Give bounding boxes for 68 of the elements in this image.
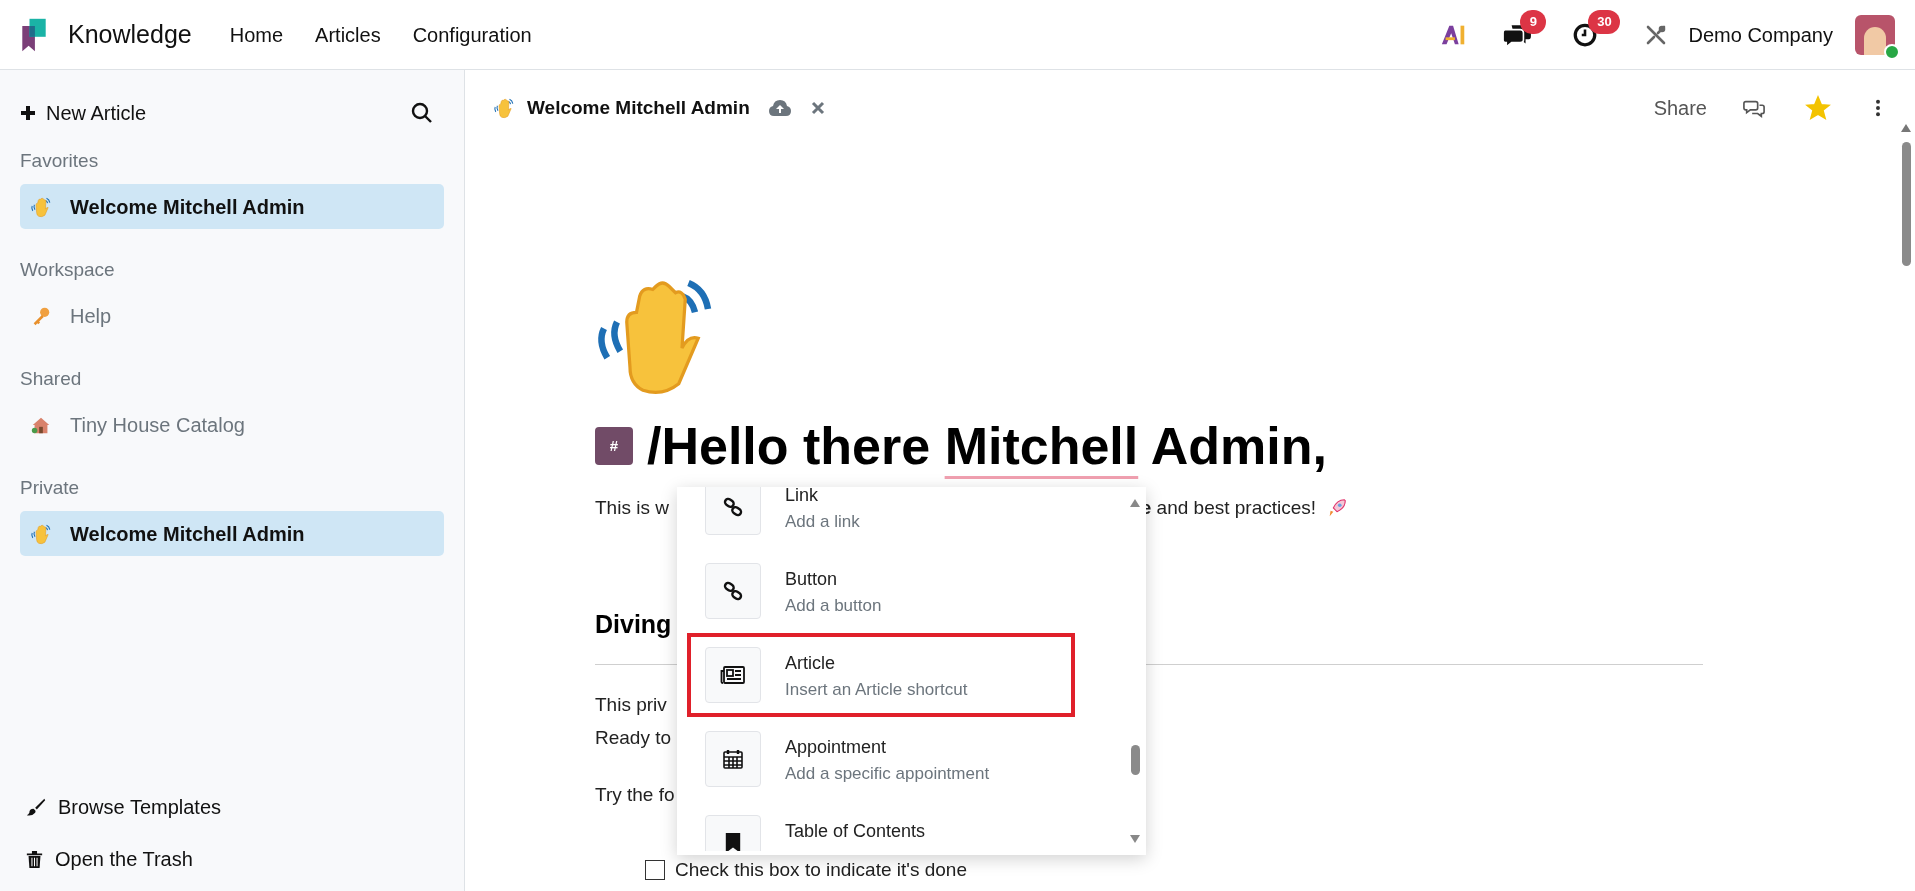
todo-text: Check this box to indicate it's done bbox=[675, 857, 967, 882]
cloud-upload-icon[interactable] bbox=[767, 98, 792, 118]
new-article-button[interactable]: New Article bbox=[20, 98, 147, 128]
notification-badge: 9 bbox=[1520, 9, 1547, 34]
scrollbar-thumb[interactable] bbox=[1901, 142, 1911, 266]
command-label: Table of Contents bbox=[785, 820, 926, 843]
sidebar-footer-link[interactable]: Open the Trash bbox=[20, 833, 444, 885]
menu-link[interactable]: Configuration bbox=[396, 19, 548, 50]
notification-badge: 30 bbox=[1588, 9, 1621, 34]
app-name: Knowledge bbox=[68, 18, 192, 50]
sidebar-item[interactable]: Welcome Mitchell Admin bbox=[20, 511, 444, 556]
command-menu-item[interactable]: Link Add a link bbox=[687, 487, 1075, 549]
command-menu-item[interactable]: Table of Contents bbox=[687, 801, 1075, 855]
menu-link[interactable]: Home bbox=[213, 19, 300, 50]
article-heading: /Hello there Mitchell Admin, bbox=[647, 416, 1327, 476]
command-description: Insert an Article shortcut bbox=[785, 679, 968, 701]
command-label: Article bbox=[785, 652, 836, 675]
body-text: Ready to bbox=[595, 726, 672, 750]
close-icon[interactable] bbox=[809, 100, 826, 116]
sidebar-item[interactable]: Tiny House Catalog bbox=[20, 402, 444, 447]
sidebar-item[interactable]: Welcome Mitchell Admin bbox=[20, 184, 444, 229]
comments-icon[interactable] bbox=[1743, 98, 1765, 118]
intro-text: This is w bbox=[595, 495, 669, 520]
command-menu-item[interactable]: Article Insert an Article shortcut bbox=[687, 633, 1075, 717]
article-title: Welcome Mitchell Admin bbox=[527, 95, 750, 120]
trash-icon bbox=[26, 849, 43, 869]
section-title: Private bbox=[20, 475, 81, 500]
section-heading: Diving bbox=[595, 609, 672, 640]
search-icon[interactable] bbox=[410, 101, 434, 125]
menu-link[interactable]: Articles bbox=[299, 19, 397, 50]
paintbrush-icon bbox=[26, 797, 46, 817]
command-description: Add a button bbox=[785, 595, 882, 617]
calendar-icon bbox=[722, 748, 744, 770]
app-logo[interactable] bbox=[20, 16, 48, 53]
section-title: Workspace bbox=[20, 257, 116, 282]
more-options-icon[interactable] bbox=[1875, 99, 1881, 117]
plus-icon bbox=[20, 105, 36, 121]
todo-checkbox[interactable] bbox=[645, 860, 665, 880]
waving-hand-icon bbox=[493, 97, 515, 119]
section-title: Favorites bbox=[20, 148, 100, 173]
clock-icon[interactable] bbox=[1572, 21, 1599, 48]
bookmark-icon bbox=[724, 832, 742, 851]
command-label: Link bbox=[785, 487, 820, 507]
heading-badge[interactable]: # bbox=[595, 427, 633, 465]
sidebar-footer-link[interactable]: Browse Templates bbox=[20, 781, 444, 833]
link-icon bbox=[722, 496, 744, 518]
command-label: Appointment bbox=[785, 736, 888, 759]
scroll-up-icon[interactable] bbox=[1129, 499, 1141, 507]
body-text: This priv bbox=[595, 693, 667, 717]
command-description: Add a link bbox=[785, 511, 860, 533]
command-menu-item[interactable]: Button Add a button bbox=[687, 549, 1075, 633]
share-button[interactable]: Share bbox=[1653, 93, 1707, 123]
scroll-up-icon[interactable] bbox=[1901, 124, 1911, 132]
waving-hand-icon bbox=[30, 522, 52, 545]
sidebar-item[interactable]: Help bbox=[20, 293, 444, 338]
newspaper-icon bbox=[720, 665, 746, 685]
star-icon[interactable] bbox=[1805, 95, 1831, 121]
waving-hand-icon bbox=[30, 195, 52, 218]
company-name[interactable]: Demo Company bbox=[1688, 19, 1833, 50]
link-icon bbox=[722, 580, 744, 602]
body-text: Try the fo bbox=[595, 783, 675, 807]
command-description: Add a specific appointment bbox=[785, 763, 990, 785]
user-avatar[interactable] bbox=[1855, 14, 1895, 55]
scrollbar-thumb[interactable] bbox=[1130, 745, 1140, 775]
command-menu-item[interactable]: Appointment Add a specific appointment bbox=[687, 717, 1075, 801]
scroll-down-icon[interactable] bbox=[1129, 835, 1141, 843]
section-title: Shared bbox=[20, 366, 83, 391]
command-label: Button bbox=[785, 568, 839, 591]
